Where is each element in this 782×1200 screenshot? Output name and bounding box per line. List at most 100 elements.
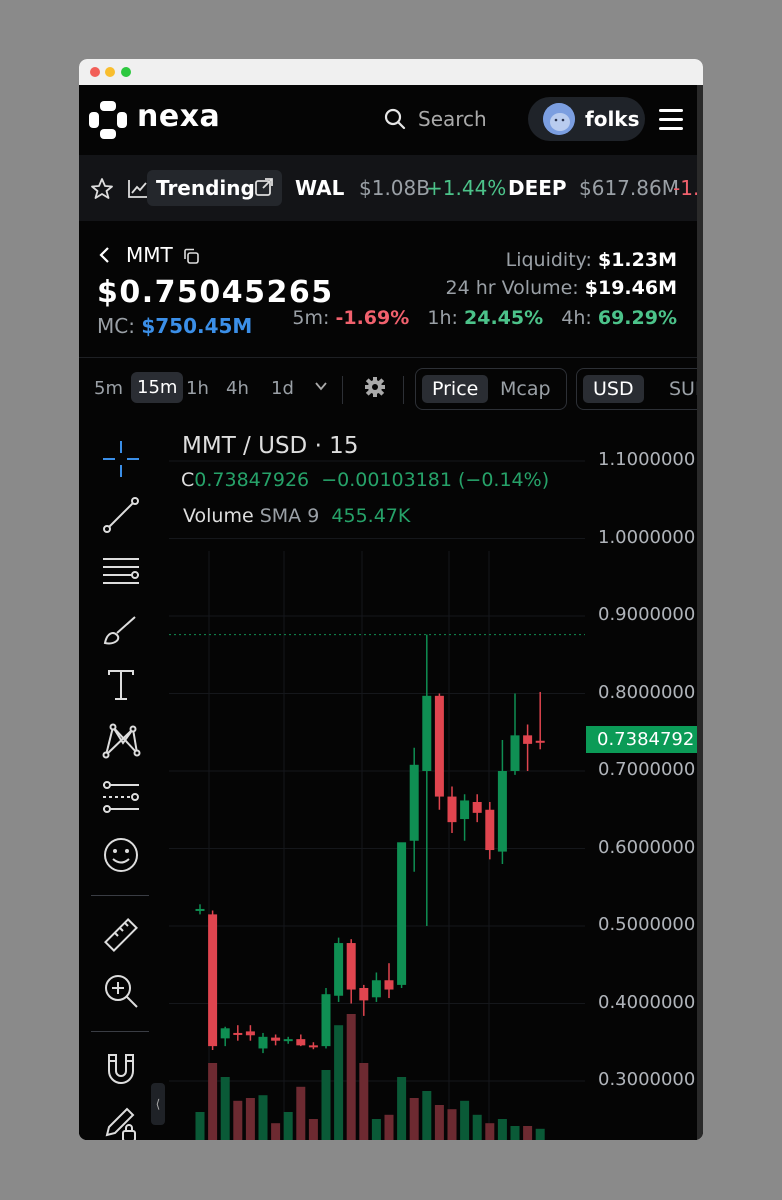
window-titlebar (79, 59, 703, 85)
candle-body (220, 1028, 230, 1039)
candle-body (535, 740, 545, 743)
volume-bar (523, 1126, 533, 1140)
market-cap: MC: $750.45M (97, 314, 252, 338)
candle-body (359, 988, 369, 1001)
liquidity-label: Liquidity: (505, 249, 592, 271)
price-axis-label: 0.5000000 (598, 914, 696, 935)
volume-bar (397, 1077, 407, 1140)
candle-body (371, 980, 381, 998)
change-4h-label: 4h: (561, 307, 592, 329)
star-icon[interactable] (90, 177, 114, 201)
candle-body (271, 1037, 281, 1041)
volume-bar (271, 1123, 281, 1140)
sui-currency-button[interactable]: SUI (659, 375, 697, 403)
ticker-change: -1. (673, 176, 697, 200)
ticker-symbol[interactable]: DEEP (508, 176, 567, 200)
volume-bar (308, 1119, 318, 1140)
user-menu-button[interactable]: folks (528, 97, 645, 141)
back-arrow-icon[interactable] (97, 245, 111, 265)
timeframe-15m[interactable]: 15m (131, 372, 184, 403)
volume-bar (535, 1128, 545, 1140)
gear-icon[interactable] (364, 376, 386, 398)
volume-bar (208, 1063, 218, 1140)
volume-label: 24 hr Volume: (445, 277, 579, 299)
liquidity-row: Liquidity: $1.23M (506, 249, 677, 271)
trending-chart-icon (128, 180, 147, 198)
search-button[interactable]: Search (384, 105, 487, 133)
maximize-window-button[interactable] (121, 67, 131, 77)
candle-body (422, 695, 432, 771)
candle-body (258, 1036, 268, 1049)
candle-body (233, 1032, 243, 1035)
candle-body (245, 1031, 255, 1036)
candle-body (296, 1039, 306, 1046)
timeframe-1d[interactable]: 1d (271, 378, 294, 399)
timeframe-4h[interactable]: 4h (226, 378, 249, 399)
ticker-price: $617.86M (579, 176, 679, 200)
volume-bar (321, 1070, 331, 1140)
volume-bar (258, 1095, 268, 1140)
candle-body (460, 800, 470, 820)
search-icon (384, 108, 406, 130)
volume-bar (510, 1126, 520, 1140)
volume-bar (220, 1077, 230, 1140)
price-changes-row: 5m: -1.69% 1h: 24.45% 4h: 69.29% (292, 307, 677, 329)
timeframe-5m[interactable]: 5m (94, 378, 123, 399)
currency-toggle: USD SUI (576, 368, 697, 410)
sma-label: SMA 9 (259, 505, 320, 527)
chevron-down-icon[interactable] (313, 378, 329, 394)
candle-body (321, 994, 331, 1047)
timeframe-1h[interactable]: 1h (186, 378, 209, 399)
ohlc-legend: C0.73847926 −0.00103181 (−0.14%) (181, 469, 549, 491)
copy-icon[interactable] (182, 247, 200, 265)
mc-label: MC: (97, 314, 135, 338)
candle-body (447, 796, 457, 823)
candle-body (384, 980, 394, 990)
app-header: nexa Search folks (79, 85, 697, 155)
chart-title: MMT / USD · 15 (182, 433, 359, 459)
volume-bar (233, 1100, 243, 1140)
price-axis-label: 0.4000000 (598, 991, 696, 1013)
price-axis-label: 0.8000000 (598, 681, 696, 703)
change-1h-value: 24.45% (464, 307, 544, 329)
close-label: C (181, 469, 195, 491)
mcap-mode-button[interactable]: Mcap (490, 375, 561, 403)
volume-bar (296, 1086, 306, 1140)
candle-body (434, 695, 444, 797)
hamburger-menu-icon[interactable] (659, 109, 683, 136)
scrollbar[interactable] (697, 85, 703, 1140)
volume-bar (422, 1091, 432, 1140)
close-window-button[interactable] (90, 67, 100, 77)
usd-currency-button[interactable]: USD (583, 375, 644, 403)
minimize-window-button[interactable] (105, 67, 115, 77)
volume-row: 24 hr Volume: $19.46M (446, 277, 677, 299)
price-mode-button[interactable]: Price (422, 375, 489, 403)
ticker-change: +1.44% (426, 176, 507, 200)
candle-body (510, 735, 520, 771)
trending-label: Trending (156, 176, 255, 200)
volume-bar (346, 1014, 356, 1140)
volume-bar (359, 1063, 369, 1140)
external-link-icon[interactable] (254, 177, 274, 197)
candle-body (397, 842, 407, 985)
close-value: 0.73847926 (194, 469, 310, 491)
volume-legend: Volume SMA 9 455.47K (183, 505, 410, 527)
username: folks (585, 107, 640, 131)
price-mode-toggle: Price Mcap (415, 368, 567, 410)
ticker-symbol[interactable]: WAL (295, 176, 344, 200)
brand-name: nexa (137, 99, 221, 134)
search-label: Search (418, 107, 487, 131)
volume-bar (409, 1098, 419, 1140)
mc-value: $750.45M (141, 314, 253, 338)
volume-bar (472, 1114, 482, 1140)
candle-body (283, 1039, 293, 1042)
nexa-logo-icon[interactable] (89, 101, 127, 143)
volume-bar (460, 1100, 470, 1140)
volume-bar (434, 1105, 444, 1140)
price-axis-label: 0.7000000 (598, 759, 696, 780)
candle-body (409, 764, 419, 841)
volume-bar (245, 1098, 255, 1140)
price-axis-label: 0.6000000 (598, 836, 696, 858)
chart-area: ⟨ MMT / USD · 15 C0.73847926 −0.00103181… (79, 421, 697, 1140)
candle-body (308, 1045, 318, 1048)
